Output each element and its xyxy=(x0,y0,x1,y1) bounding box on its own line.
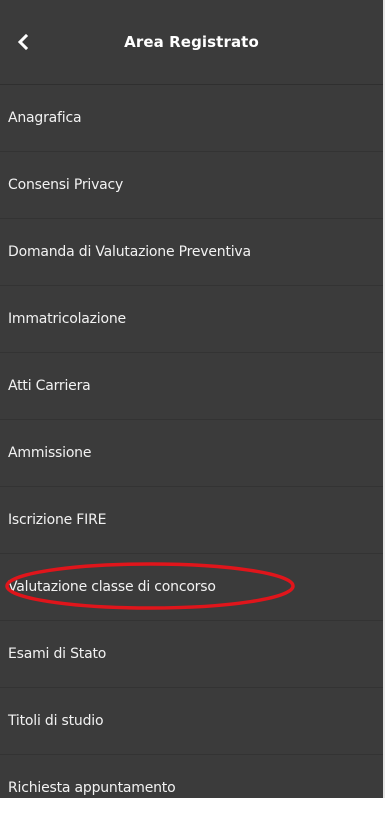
menu-item-label: Richiesta appuntamento xyxy=(8,780,176,796)
menu-item-ammissione[interactable]: Ammissione xyxy=(0,420,383,487)
back-button[interactable] xyxy=(10,27,36,57)
menu-item-esami-di-stato[interactable]: Esami di Stato xyxy=(0,621,383,688)
menu-item-label: Consensi Privacy xyxy=(8,177,124,193)
menu-item-label: Immatricolazione xyxy=(8,311,126,327)
menu-item-atti-carriera[interactable]: Atti Carriera xyxy=(0,353,383,420)
menu-item-titoli-di-studio[interactable]: Titoli di studio xyxy=(0,688,383,755)
menu-item-label: Anagrafica xyxy=(8,110,82,126)
menu-item-label: Atti Carriera xyxy=(8,378,91,394)
menu-item-label: Esami di Stato xyxy=(8,646,107,662)
menu-item-consensi-privacy[interactable]: Consensi Privacy xyxy=(0,152,383,219)
menu-header: Area Registrato xyxy=(0,0,383,85)
menu-item-label: Ammissione xyxy=(8,445,92,461)
menu-item-valutazione-classe-di-concorso[interactable]: Valutazione classe di concorso xyxy=(0,554,383,621)
menu-item-label: Domanda di Valutazione Preventiva xyxy=(8,244,251,260)
side-menu-panel: Area Registrato Anagrafica Consensi Priv… xyxy=(0,0,385,798)
menu-item-label: Titoli di studio xyxy=(8,713,104,729)
menu-item-label: Valutazione classe di concorso xyxy=(8,579,216,595)
chevron-left-icon xyxy=(17,34,29,50)
menu-item-anagrafica[interactable]: Anagrafica xyxy=(0,85,383,152)
menu-item-immatricolazione[interactable]: Immatricolazione xyxy=(0,286,383,353)
menu-item-iscrizione-fire[interactable]: Iscrizione FIRE xyxy=(0,487,383,554)
menu-title: Area Registrato xyxy=(124,33,259,51)
menu-item-richiesta-appuntamento[interactable]: Richiesta appuntamento xyxy=(0,755,383,821)
menu-list: Anagrafica Consensi Privacy Domanda di V… xyxy=(0,85,383,821)
menu-item-label: Iscrizione FIRE xyxy=(8,512,107,528)
menu-item-domanda-valutazione-preventiva[interactable]: Domanda di Valutazione Preventiva xyxy=(0,219,383,286)
